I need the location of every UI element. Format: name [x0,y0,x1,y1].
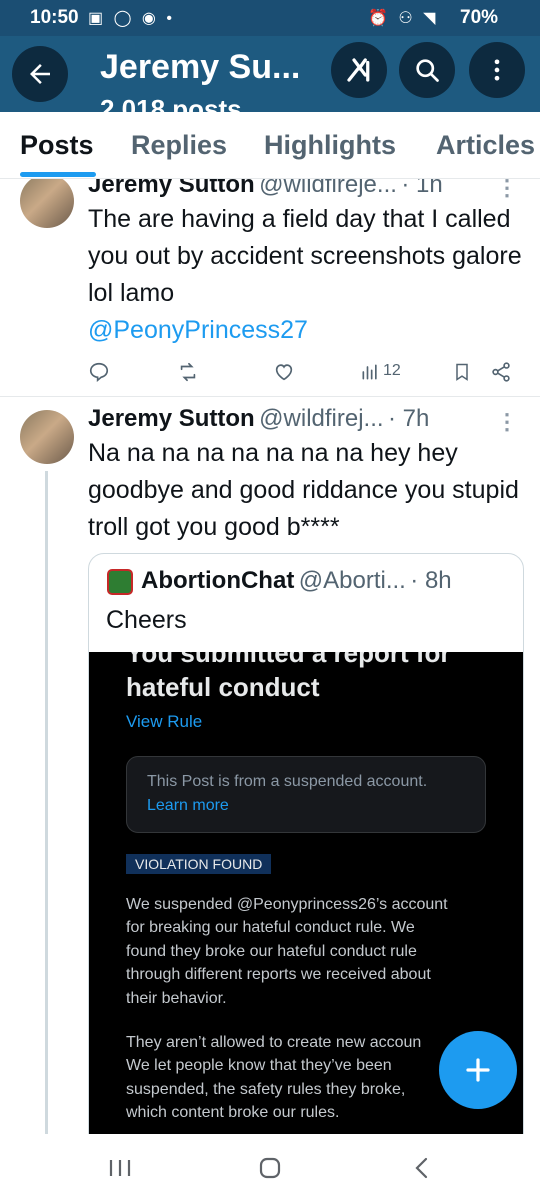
report-heading: hateful conduct [126,672,320,702]
quoted-text: Cheers [106,606,187,634]
reply-icon[interactable] [88,361,110,383]
quote-meta: AbortionChat @Aborti... · 8h [141,567,516,595]
para1-line: through different reports we received ab… [126,966,431,984]
para1-line: for breaking our hateful conduct rule. W… [126,919,415,937]
repost-icon[interactable] [176,361,200,383]
post-time: · 1h [401,179,443,198]
grok-icon [347,58,370,82]
recent-apps-icon[interactable] [108,1158,132,1178]
search-icon [416,59,439,82]
post-actions: 12 [88,359,518,389]
violation-badge: VIOLATION FOUND [126,854,272,874]
post-menu-icon[interactable]: ⋮ [496,409,518,435]
profile-name-title: Jeremy Su... [100,48,301,86]
profile-header: Jeremy Su... 2,018 posts [0,36,540,112]
post-body: The are having a field day that I called… [88,205,522,307]
tab-highlights[interactable]: Highlights [264,130,396,161]
back-button[interactable] [12,46,68,102]
home-icon[interactable] [258,1156,282,1180]
quoted-avatar [107,569,133,595]
violation-paragraph-1: We suspended @Peonyprincess26’s account … [126,893,523,1010]
like-icon[interactable] [272,361,296,383]
post-1[interactable]: Jeremy Sutton @wildfireje... · 1h ⋮ The … [0,179,540,396]
back-nav-icon[interactable] [412,1156,432,1180]
compose-post-button[interactable] [439,1031,517,1109]
tab-posts[interactable]: Posts [20,130,94,161]
post-text: Na na na na na na na na hey hey goodbye … [88,439,519,541]
profile-tabs: Posts Replies Highlights Articles [0,112,540,179]
para1-line: found they broke our hateful conduct rul… [126,942,417,960]
post-text: The are having a field day that I called… [88,201,528,349]
plus-icon [466,1058,490,1082]
post-menu-icon[interactable]: ⋮ [496,179,518,201]
author-handle: @wildfireje... [259,179,397,198]
views-icon[interactable] [360,362,380,382]
view-rule-link: View Rule [126,712,203,731]
post-2-meta: Jeremy Sutton @wildfirej... · 7h [88,405,488,433]
more-options-button[interactable] [469,42,525,98]
avatar[interactable] [20,179,74,228]
grok-button[interactable] [331,42,387,98]
post-count: 2,018 posts [100,94,242,112]
para1-line: their behavior. [126,989,227,1007]
system-nav-bar [0,1134,540,1200]
battery-level: 70% [460,7,499,28]
quoted-author-name: AbortionChat [141,567,295,594]
bookmark-icon[interactable] [452,361,472,383]
post-1-meta: Jeremy Sutton @wildfireje... · 1h [88,179,528,199]
more-vertical-icon [494,59,500,81]
author-name[interactable]: Jeremy Sutton [88,405,255,432]
search-button[interactable] [399,42,455,98]
quoted-author-handle: @Aborti... [298,567,406,594]
views-count: 12 [383,362,401,379]
status-bar: 10:50 ▣ ◯ ◉ • ⏰ ⚇ ◥ 70% [0,0,540,36]
thread-line [45,471,48,1134]
report-heading-top: You submitted a report for [126,652,451,668]
post-time: · 7h [388,405,430,432]
arrow-left-icon [30,64,50,84]
mention-link[interactable]: @PeonyPrincess27 [88,316,308,344]
tab-replies[interactable]: Replies [131,130,227,161]
notification-icons: ▣ ◯ ◉ • [88,10,175,27]
para1-line: We suspended @Peonyprincess26’s account [126,896,448,913]
system-icons: ⏰ ⚇ ◥ [368,10,439,27]
quoted-post-time: · 8h [410,567,452,594]
learn-more-link: Learn more [147,797,229,814]
author-handle: @wildfirej... [259,405,384,432]
avatar[interactable] [20,410,74,464]
suspended-notice: This Post is from a suspended account. [147,773,428,790]
status-time: 10:50 [30,7,79,28]
active-tab-indicator [20,172,96,177]
share-icon[interactable] [490,361,512,383]
author-name[interactable]: Jeremy Sutton [88,179,255,198]
tab-articles[interactable]: Articles [436,130,535,161]
suspended-notice-box: This Post is from a suspended account. L… [126,756,486,833]
